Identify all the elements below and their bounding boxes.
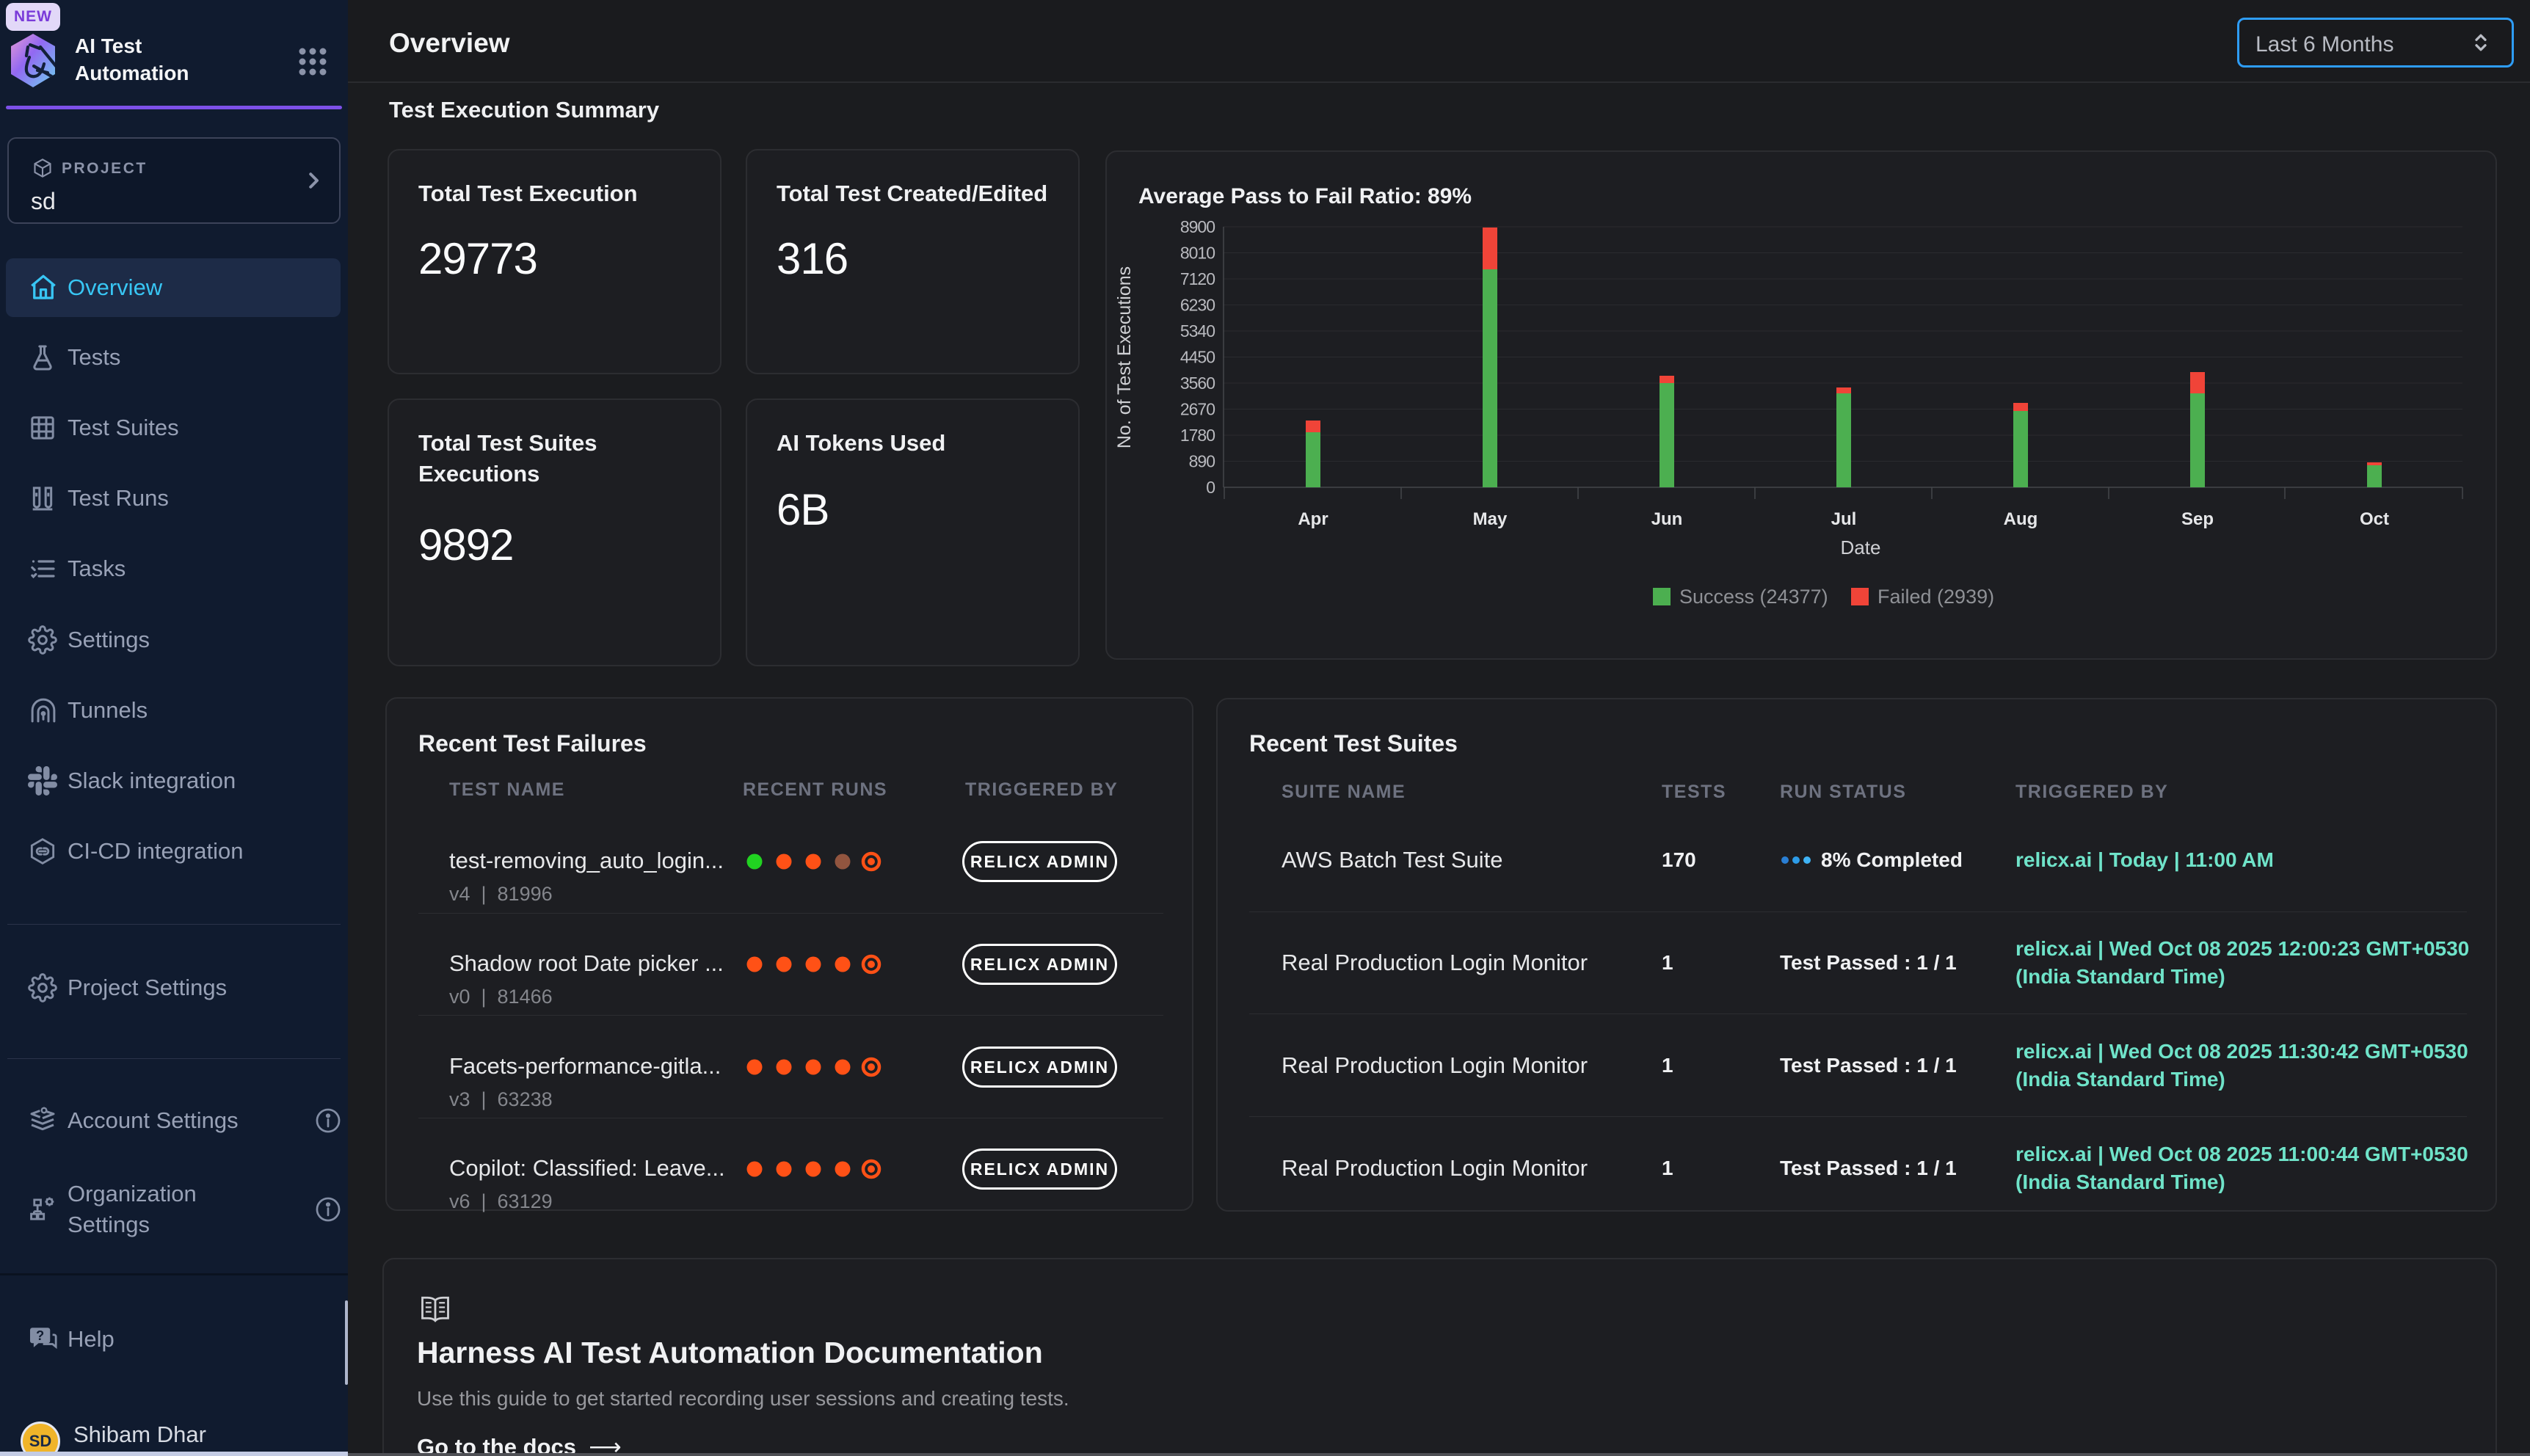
svg-text:?: ?	[36, 1328, 44, 1343]
svg-text:No. of Test Executions: No. of Test Executions	[1114, 266, 1135, 448]
svg-text:Apr: Apr	[1298, 509, 1328, 529]
svg-text:Success (24377): Success (24377)	[1679, 586, 1828, 608]
svg-text:4450: 4450	[1180, 348, 1215, 367]
svg-text:8900: 8900	[1180, 217, 1215, 236]
svg-text:Sep: Sep	[2181, 509, 2214, 529]
svg-text:890: 890	[1189, 452, 1215, 471]
svg-text:Aug: Aug	[2004, 509, 2038, 529]
svg-text:Date: Date	[1841, 536, 1881, 558]
svg-text:0: 0	[1206, 478, 1215, 497]
svg-text:6230: 6230	[1180, 296, 1215, 315]
svg-text:7120: 7120	[1180, 269, 1215, 288]
svg-text:Oct: Oct	[2360, 509, 2389, 529]
svg-text:5340: 5340	[1180, 321, 1215, 341]
svg-text:2670: 2670	[1180, 400, 1215, 419]
svg-text:May: May	[1473, 509, 1508, 529]
svg-text:8010: 8010	[1180, 244, 1215, 263]
svg-text:3560: 3560	[1180, 374, 1215, 393]
svg-text:Failed (2939): Failed (2939)	[1877, 586, 1994, 608]
svg-text:Jun: Jun	[1651, 509, 1683, 529]
svg-text:Jul: Jul	[1831, 509, 1857, 529]
svg-text:1780: 1780	[1180, 426, 1215, 445]
